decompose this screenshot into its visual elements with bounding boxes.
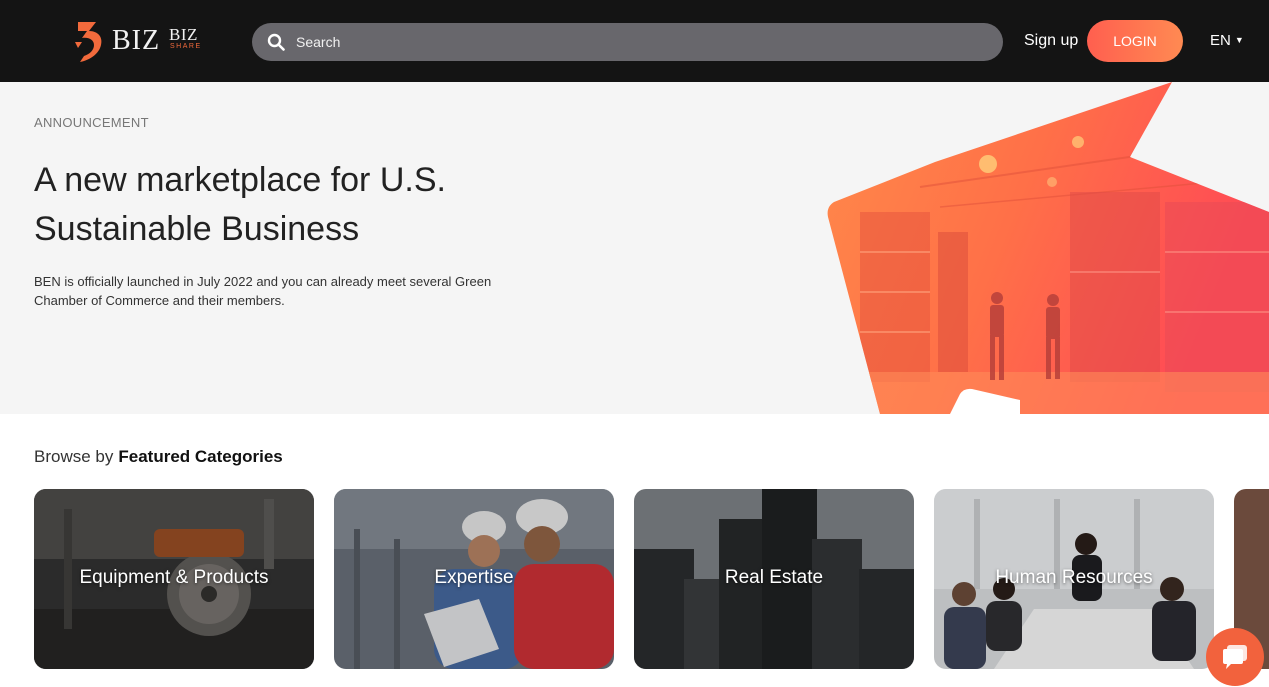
logo-wordmark: BIZ [112, 25, 161, 56]
featured-categories-label: Featured Categories [118, 447, 283, 466]
category-card-real-estate[interactable]: Real Estate [634, 489, 914, 669]
browse-by-label: Browse by [34, 447, 114, 466]
category-label: Expertise [434, 567, 514, 588]
category-card-human-resources[interactable]: Human Resources [934, 489, 1214, 669]
chat-icon [1223, 645, 1247, 669]
category-card-expertise[interactable]: Expertise [334, 489, 614, 669]
hero-title: A new marketplace for U.S. Sustainable B… [34, 161, 446, 248]
category-label: Human Resources [995, 567, 1153, 588]
category-label: Real Estate [724, 567, 824, 588]
language-selector[interactable]: EN ▼ [1210, 30, 1244, 51]
caret-down-icon: ▼ [1234, 35, 1244, 45]
language-label: EN [1210, 32, 1231, 49]
logo-wordmark-small: BIZ [169, 25, 198, 44]
category-label: Equipment & Products [79, 567, 269, 588]
featured-categories-heading: Browse by Featured Categories [34, 446, 283, 468]
bizbiz-share-logo[interactable]: BIZ BIZ SHARE [72, 18, 212, 64]
logo-mark-icon [75, 22, 102, 62]
announcement-kicker: ANNOUNCEMENT [34, 115, 149, 130]
hero-announcement: ANNOUNCEMENT A new marketplace for U.S. … [0, 82, 1269, 414]
category-card-equipment-products[interactable]: Equipment & Products [34, 489, 314, 669]
search-icon[interactable] [267, 33, 285, 51]
top-navigation-bar: BIZ BIZ SHARE Sign up LOGIN EN▼ [0, 0, 1269, 82]
hero-description: BEN is officially launched in July 2022 … [34, 274, 492, 308]
signup-link[interactable]: Sign up [1024, 31, 1078, 51]
search-bar[interactable] [252, 23, 1003, 61]
hero-warehouse-image [827, 82, 1269, 414]
search-input[interactable] [296, 23, 986, 61]
chat-widget-button[interactable] [1206, 628, 1264, 686]
logo-tagline: SHARE [170, 43, 202, 50]
login-button[interactable]: LOGIN [1087, 20, 1183, 62]
